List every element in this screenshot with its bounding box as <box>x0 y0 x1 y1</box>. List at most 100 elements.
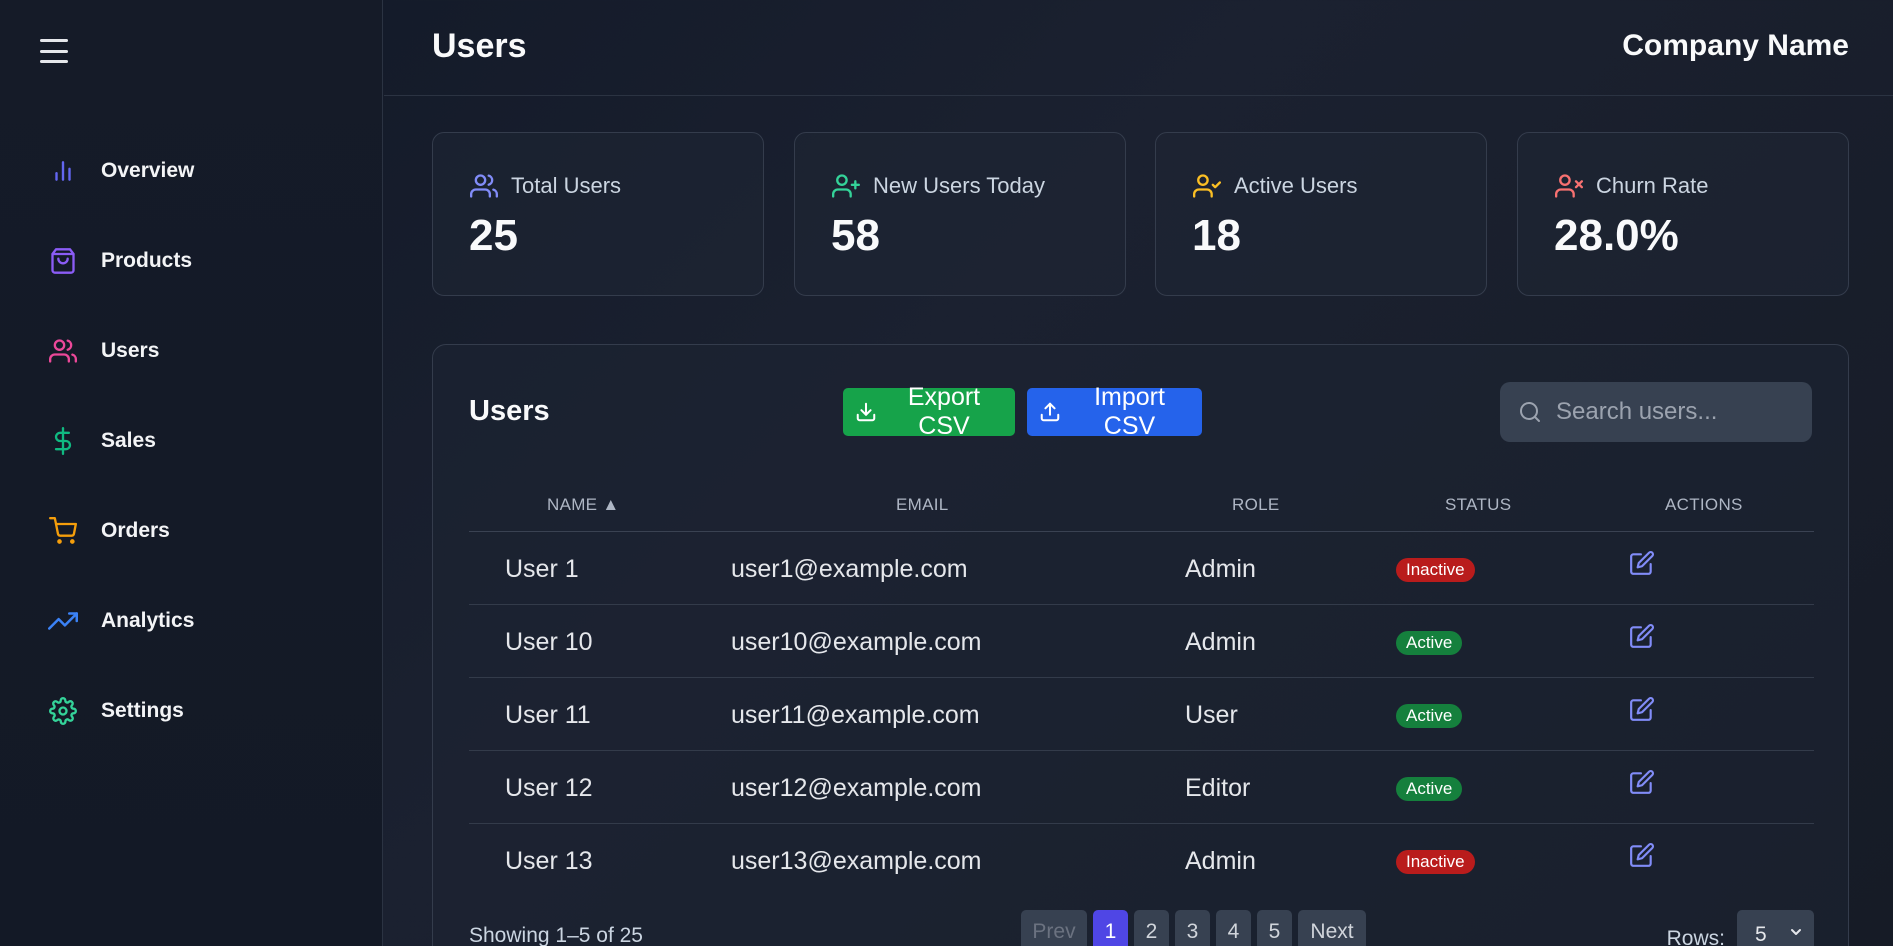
sidebar-nav: Overview Products Users Sales Orders Ana… <box>0 126 383 756</box>
rows-per-page: Rows: 5 <box>1667 910 1814 946</box>
edit-icon[interactable] <box>1629 769 1657 797</box>
cell-role: Admin <box>1185 628 1256 656</box>
export-csv-label: Export CSV <box>907 383 981 440</box>
page-button-4[interactable]: 4 <box>1216 910 1251 946</box>
cell-email: user10@example.com <box>731 628 982 656</box>
sidebar-item-label: Orders <box>101 519 170 542</box>
sidebar-item-products[interactable]: Products <box>0 216 383 306</box>
table-row: User 13 user13@example.com Admin Inactiv… <box>469 824 1814 897</box>
page-title: Users <box>432 27 527 65</box>
users-table: NAME ▲ EMAIL ROLE STATUS ACTIONS User 1 … <box>469 471 1814 897</box>
user-plus-icon <box>831 171 861 201</box>
showing-count: Showing 1–5 of 25 <box>469 924 643 946</box>
prev-page-button[interactable]: Prev <box>1021 910 1087 946</box>
top-bar: Users Company Name <box>384 0 1893 96</box>
rows-per-page-select[interactable]: 5 <box>1737 910 1814 946</box>
stat-card-active-users: Active Users 18 <box>1155 132 1487 296</box>
cell-email: user11@example.com <box>731 701 980 729</box>
import-csv-label: Import CSV <box>1094 383 1165 440</box>
table-footer: Showing 1–5 of 25 Prev 1 2 3 4 5 Next Ro… <box>469 910 1814 946</box>
status-badge: Active <box>1396 631 1463 655</box>
shopping-cart-icon <box>48 516 78 546</box>
users-icon <box>469 171 499 201</box>
table-row: User 11 user11@example.com User Active <box>469 678 1814 751</box>
stat-card-total-users: Total Users 25 <box>432 132 764 296</box>
cell-name: User 10 <box>505 628 593 656</box>
sidebar-item-settings[interactable]: Settings <box>0 666 383 756</box>
page-button-3[interactable]: 3 <box>1175 910 1210 946</box>
cell-role: Editor <box>1185 774 1251 802</box>
sidebar-item-label: Sales <box>101 429 156 452</box>
stat-card-churn-rate: Churn Rate 28.0% <box>1517 132 1849 296</box>
status-badge: Active <box>1396 777 1463 801</box>
sidebar-item-label: Products <box>101 249 193 272</box>
stat-value: 28.0% <box>1554 211 1679 260</box>
status-badge: Inactive <box>1396 558 1475 582</box>
sidebar-item-orders[interactable]: Orders <box>0 486 383 576</box>
user-check-icon <box>1192 171 1222 201</box>
table-row: User 10 user10@example.com Admin Active <box>469 605 1814 678</box>
cell-role: Admin <box>1185 847 1256 875</box>
edit-icon[interactable] <box>1629 696 1657 724</box>
search-input[interactable] <box>1556 398 1796 426</box>
rows-value: 5 <box>1755 923 1767 946</box>
stat-value: 25 <box>469 211 518 260</box>
download-icon <box>855 401 877 423</box>
cell-name: User 1 <box>505 555 579 583</box>
column-header-name[interactable]: NAME ▲ <box>547 495 619 515</box>
column-header-actions: ACTIONS <box>1665 495 1743 514</box>
shopping-bag-icon <box>48 246 78 276</box>
page-button-5[interactable]: 5 <box>1257 910 1292 946</box>
chevron-down-icon <box>1788 924 1804 940</box>
cell-name: User 13 <box>505 847 593 875</box>
sidebar-item-users[interactable]: Users <box>0 306 383 396</box>
pagination: Prev 1 2 3 4 5 Next <box>1021 910 1372 946</box>
sidebar-item-label: Overview <box>101 159 195 182</box>
sidebar-item-label: Users <box>101 339 160 362</box>
rows-label: Rows: <box>1666 927 1725 946</box>
stat-label: Churn Rate <box>1596 173 1709 198</box>
cell-email: user1@example.com <box>731 555 968 583</box>
cell-email: user13@example.com <box>731 847 982 875</box>
company-name: Company Name <box>1622 29 1849 62</box>
column-header-role: ROLE <box>1232 495 1280 514</box>
cell-email: user12@example.com <box>731 774 982 802</box>
export-csv-button[interactable]: Export CSV <box>843 383 1015 440</box>
stats-row: Total Users 25 New Users Today 58 Active… <box>432 132 1849 296</box>
cell-role: User <box>1185 701 1238 729</box>
stat-value: 18 <box>1192 211 1241 260</box>
search-icon <box>1518 400 1542 424</box>
page-button-2[interactable]: 2 <box>1134 910 1169 946</box>
edit-icon[interactable] <box>1629 550 1657 578</box>
table-header: NAME ▲ EMAIL ROLE STATUS ACTIONS <box>469 471 1814 532</box>
sidebar-item-sales[interactable]: Sales <box>0 396 383 486</box>
stat-label: Total Users <box>511 173 622 198</box>
page-button-1[interactable]: 1 <box>1093 910 1128 946</box>
column-header-status: STATUS <box>1445 495 1512 514</box>
menu-icon[interactable] <box>40 39 68 63</box>
stat-label: Active Users <box>1234 173 1358 198</box>
stat-value: 58 <box>831 211 880 260</box>
table-row: User 12 user12@example.com Editor Active <box>469 751 1814 824</box>
edit-icon[interactable] <box>1629 623 1657 651</box>
next-page-button[interactable]: Next <box>1298 910 1366 946</box>
cell-role: Admin <box>1185 555 1256 583</box>
sidebar-item-overview[interactable]: Overview <box>0 126 383 216</box>
edit-icon[interactable] <box>1629 842 1657 870</box>
settings-icon <box>48 696 78 726</box>
cell-name: User 11 <box>505 701 591 729</box>
panel-title: Users <box>469 395 550 427</box>
sidebar: Overview Products Users Sales Orders Ana… <box>0 0 383 946</box>
import-csv-button[interactable]: Import CSV <box>1027 383 1202 440</box>
bar-chart-icon <box>48 156 78 186</box>
users-panel: Users Export CSV Import CSV NAME ▲ EMAIL… <box>432 344 1849 946</box>
stat-card-new-users-today: New Users Today 58 <box>794 132 1126 296</box>
trending-up-icon <box>48 606 78 636</box>
sidebar-item-analytics[interactable]: Analytics <box>0 576 383 666</box>
status-badge: Inactive <box>1396 850 1475 874</box>
column-header-email: EMAIL <box>896 495 949 514</box>
search-box <box>1500 382 1812 442</box>
stat-label: New Users Today <box>873 173 1045 198</box>
upload-icon <box>1039 401 1061 423</box>
table-row: User 1 user1@example.com Admin Inactive <box>469 532 1814 605</box>
